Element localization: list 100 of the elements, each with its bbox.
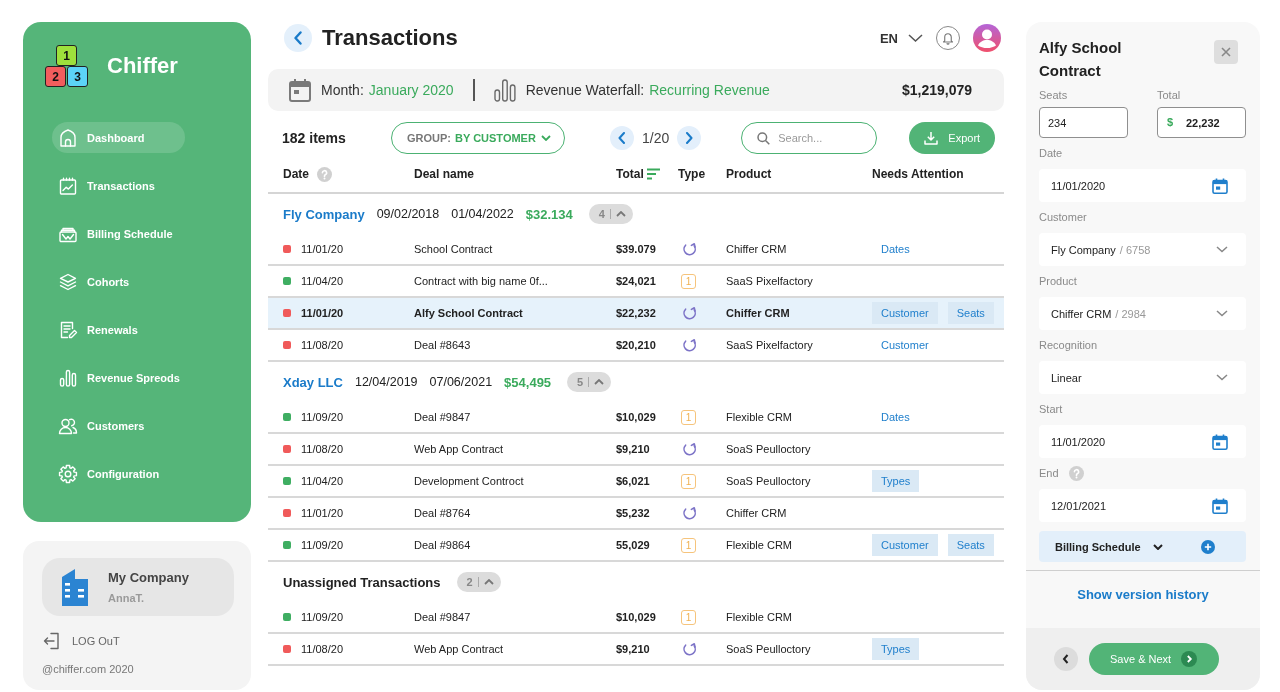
logout-link[interactable]: LOG OuT (42, 631, 120, 651)
building-icon (60, 568, 90, 606)
attention-link[interactable]: Customer (872, 334, 938, 356)
version-history-link[interactable]: Show version history (1077, 586, 1209, 602)
table-cell: $10,029 (616, 411, 656, 423)
field-label: Product (1039, 274, 1077, 289)
close-button[interactable] (1214, 40, 1238, 64)
table-row[interactable]: 11/09/20 Deal #9864 55,029 1 Flexible CRM Customer Seats (268, 530, 1004, 562)
month-value[interactable]: January 2020 (368, 82, 454, 98)
group-toggle[interactable]: 2 (456, 572, 501, 592)
sidebar-item[interactable]: Configuration (52, 458, 185, 489)
chevron-down-icon (1216, 310, 1228, 317)
attention-tag[interactable]: Seats (947, 302, 994, 324)
table-cell: Deal #9847 (414, 611, 471, 623)
calendar-icon (1212, 497, 1228, 514)
layers-icon (58, 271, 78, 292)
table-row[interactable]: 11/01/20 Alfy School Contract $22,232 Chiffer CRM Customer Seats (268, 298, 1004, 330)
sidebar-item[interactable]: Cohorts (52, 266, 185, 297)
dropdown-field[interactable]: Linear (1039, 361, 1246, 394)
table-cell: Alfy School Contract (414, 307, 523, 319)
table-cell: School Contract (414, 243, 493, 255)
language-selector[interactable]: EN (879, 30, 923, 46)
chevron-left-icon (1062, 653, 1070, 665)
chevron-down-icon (1216, 374, 1228, 381)
waterfall-value[interactable]: Recurring Revenue (649, 82, 770, 98)
table-cell: 55,029 (616, 539, 650, 551)
table-row[interactable]: 11/08/20 Web App Contract $9,210 SoaS Peulloctory Types (268, 634, 1004, 666)
previous-page-button[interactable] (610, 126, 634, 150)
attention-tag[interactable]: Types (872, 638, 920, 660)
table-cell: Flexible CRM (726, 539, 792, 551)
sort-icon[interactable] (645, 168, 661, 180)
export-button[interactable]: Export (909, 122, 996, 154)
field-label: Date (1039, 146, 1063, 161)
company-card[interactable]: My Company AnnaT. (42, 558, 234, 616)
date-field[interactable]: 12/01/2021 (1039, 489, 1246, 522)
dropdown-field[interactable]: Fly Company / 6758 (1039, 233, 1246, 266)
chevron-down-icon (908, 34, 923, 42)
group-total: $54,495 (504, 374, 552, 390)
table-cell: 11/08/20 (301, 339, 343, 351)
sidebar-item[interactable]: Customers (52, 410, 185, 441)
end-date: 01/04/2022 (451, 207, 514, 221)
field-label: Customer (1039, 210, 1087, 225)
chevron-right-icon (685, 132, 694, 144)
currency-symbol: $ (1167, 116, 1174, 129)
page-indicator: 1/20 (642, 130, 670, 146)
back-button[interactable] (284, 24, 312, 52)
chevron-down-icon (541, 135, 551, 141)
table-row[interactable]: 11/01/20 Deal #8764 $5,232 Chiffer CRM (268, 498, 1004, 530)
date-field[interactable]: 11/01/2020 (1039, 169, 1246, 202)
search-field[interactable]: Search... (741, 122, 878, 154)
field-label: End (1039, 466, 1059, 481)
attention-tag[interactable]: Types (872, 470, 920, 492)
download-icon (924, 131, 939, 145)
notification-button[interactable] (936, 26, 960, 50)
chevron-left-icon (618, 132, 626, 144)
avatar-icon[interactable] (973, 24, 1001, 52)
attention-tag[interactable]: Customer (872, 534, 938, 556)
circular-arrow-icon (681, 441, 697, 457)
detail-title: Alfy School Contract (1039, 38, 1123, 81)
month-label: Month: (321, 82, 364, 98)
seats-field[interactable]: 234 (1039, 107, 1128, 138)
one-time-badge: 1 (681, 409, 696, 425)
table-cell: Deal #9847 (414, 411, 471, 423)
save-next-button[interactable]: Save & Next (1089, 643, 1219, 675)
table-row[interactable]: 11/01/20 School Contract $39.079 Chiffer CRM Dates (268, 234, 1004, 266)
logout-icon (42, 631, 62, 651)
table-cell: $5,232 (616, 507, 650, 519)
table-row[interactable]: 11/08/20 Deal #8643 $20,210 SaaS Pixelfactory Customer (268, 330, 1004, 362)
billing-schedule-toggle[interactable]: Billing Schedule (1055, 540, 1163, 553)
add-icon[interactable] (1201, 539, 1215, 554)
field-label: Seats (1039, 88, 1068, 103)
attention-link[interactable]: Dates (872, 406, 919, 428)
table-cell: SaaS Pixelfactory (726, 275, 813, 287)
table-row[interactable]: 11/08/20 Web App Contract $9,210 SoaS Peulloctory (268, 434, 1004, 466)
group-toggle[interactable]: 5 (567, 372, 612, 392)
dropdown-field[interactable]: Chiffer CRM / 2984 (1039, 297, 1246, 330)
group-name[interactable]: Fly Company (283, 206, 365, 222)
copyright-text: @chiffer.com 2020 (42, 663, 134, 675)
group-dropdown[interactable]: GROUP: BY CUSTOMER (391, 122, 565, 154)
table-row[interactable]: 11/04/20 Development Controct $6,021 1 SoaS Peulloctory Types (268, 466, 1004, 498)
group-toggle[interactable]: 4 (588, 204, 633, 224)
next-page-button[interactable] (677, 126, 702, 150)
sidebar-item[interactable]: Transactions (52, 170, 185, 201)
table-cell: 11/08/20 (301, 443, 343, 455)
sidebar-item[interactable]: Billing Schedule (52, 218, 185, 249)
attention-tag[interactable]: Seats (947, 534, 994, 556)
attention-link[interactable]: Dates (872, 238, 919, 260)
item-count: 182 items (282, 130, 347, 146)
attention-tag[interactable]: Customer (872, 302, 938, 324)
group-name[interactable]: Xday LLC (283, 374, 343, 390)
field-label: Start (1039, 402, 1063, 417)
date-field[interactable]: 11/01/2020 (1039, 425, 1246, 458)
table-cell: $10,029 (616, 611, 656, 623)
previous-button[interactable] (1054, 647, 1078, 671)
table-row[interactable]: 11/09/20 Deal #9847 $10,029 1 Flexible CRM (268, 602, 1004, 634)
sidebar-item[interactable]: Revenue Spreods (52, 362, 185, 393)
table-row[interactable]: 11/09/20 Deal #9847 $10,029 1 Flexible CRM Dates (268, 402, 1004, 434)
sidebar-item[interactable]: Renewals (52, 314, 185, 345)
table-cell: Chiffer CRM (726, 507, 787, 519)
table-cell: 11/09/20 (301, 611, 343, 623)
